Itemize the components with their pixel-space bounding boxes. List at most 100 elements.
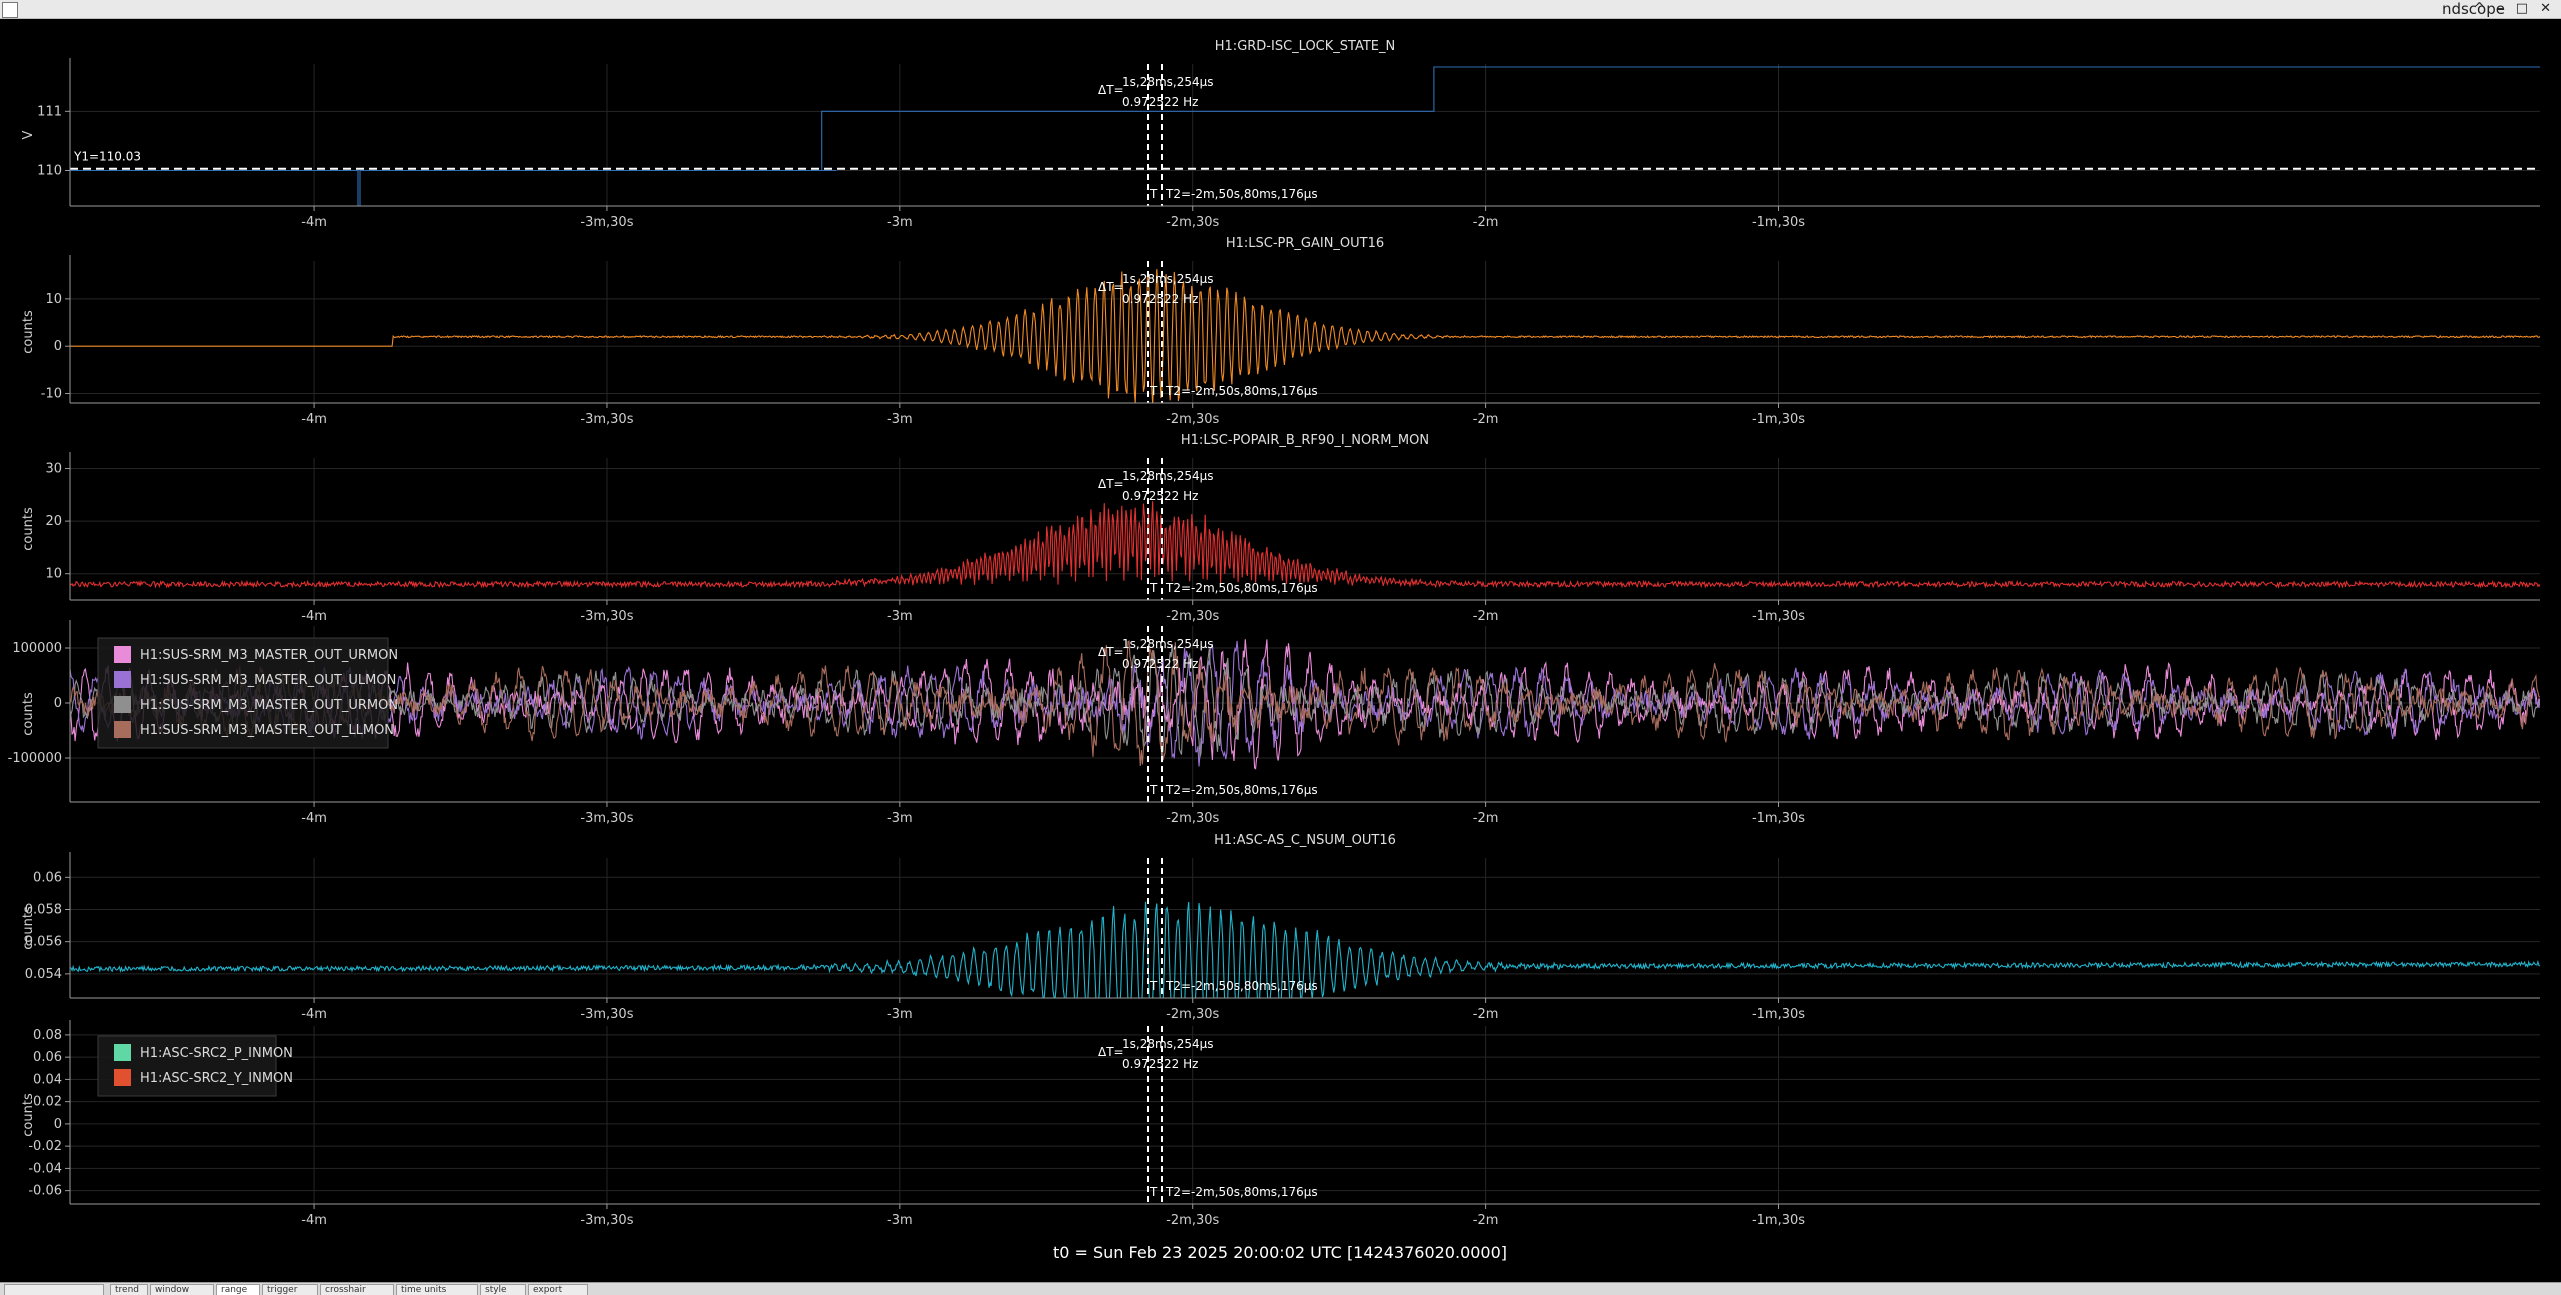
delta-t-label: ΔT=: [1098, 280, 1124, 294]
x-tick-label: -2m: [1473, 412, 1499, 427]
x-tick-label: -4m: [301, 215, 327, 230]
delta-t-value: 1s,28ms,254µs: [1122, 637, 1214, 651]
y-tick-label: -100000: [8, 751, 62, 766]
x-tick-label: -3m: [887, 412, 913, 427]
y-tick-label: 0.06: [33, 870, 62, 885]
delta-t-label: ΔT=: [1098, 83, 1124, 97]
tab-crosshair[interactable]: crosshair: [320, 1284, 394, 1295]
y-tick-label: 111: [37, 104, 62, 119]
tab-range[interactable]: range: [216, 1284, 260, 1295]
plots-svg[interactable]: Y1=110.03ΔT=1s,28ms,254µs0.972522 HzT T2=…: [0, 18, 2561, 1282]
plot-title: H1:GRD-ISC_LOCK_STATE_N: [1215, 39, 1395, 54]
x-tick-label: -1m,30s: [1752, 215, 1805, 230]
y-tick-label: 100000: [12, 641, 62, 656]
y1-cursor-label: Y1=110.03: [73, 150, 141, 164]
x-tick-label: -4m: [301, 609, 327, 624]
y-tick-label: 20: [45, 514, 62, 529]
x-tick-label: -3m: [887, 609, 913, 624]
series-group: [70, 901, 2540, 998]
legend-label: H1:ASC-SRC2_Y_INMON: [140, 1071, 293, 1086]
frequency-label: 0.972522 Hz: [1122, 95, 1198, 109]
plot-panel-3: ΔT=1s,28ms,254µs 0.972522 Hz T T2=-2m,50s,8…: [8, 620, 2540, 826]
y-axis-label: counts: [21, 310, 36, 354]
plot-title: H1:LSC-POPAIR_B_RF90_I_NORM_MON: [1181, 433, 1429, 448]
tab-window[interactable]: window: [150, 1284, 214, 1295]
legend-label: H1:SUS-SRM_M3_MASTER_OUT_LLMON: [140, 723, 394, 738]
legend-swatch: [114, 1069, 131, 1086]
tab-style[interactable]: style: [480, 1284, 526, 1295]
plot-panel-1: ΔT=1s,28ms,254µs 0.972522 Hz T T2=-2m,50s,8…: [21, 236, 2540, 427]
x-tick-label: -4m: [301, 412, 327, 427]
t2-cursor-label: T2=-2m,50s,80ms,176µs: [1165, 581, 1318, 595]
x-tick-label: -4m: [301, 1213, 327, 1228]
t-cursor-label: T: [1149, 187, 1158, 201]
delta-t-value: 1s,28ms,254µs: [1122, 272, 1214, 286]
t-cursor-label: T: [1149, 1185, 1158, 1199]
series-group: [70, 66, 2540, 206]
legend-swatch: [114, 721, 131, 738]
delta-t-label: ΔT=: [1098, 645, 1124, 659]
t2-cursor-label: T2=-2m,50s,80ms,176µs: [1165, 187, 1318, 201]
x-tick-label: -3m: [887, 215, 913, 230]
legend-swatch: [114, 696, 131, 713]
delta-t-label: ΔT=: [1098, 477, 1124, 491]
y-axis-label: counts: [21, 692, 36, 736]
x-tick-label: -1m,30s: [1752, 1213, 1805, 1228]
x-tick-label: -3m: [887, 1213, 913, 1228]
window-titlebar: ndscope ^ – □ ✕: [0, 0, 2561, 19]
y-tick-label: -0.06: [28, 1184, 62, 1199]
legend-swatch: [114, 646, 131, 663]
x-tick-label: -2m: [1473, 811, 1499, 826]
frequency-label: 0.972522 Hz: [1122, 657, 1198, 671]
y-tick-label: -0.04: [28, 1161, 62, 1176]
frequency-label: 0.972522 Hz: [1122, 292, 1198, 306]
tab-blank[interactable]: [4, 1284, 104, 1295]
plot-area[interactable]: Y1=110.03 ΔT= 1s,28ms,254µs 0.972522 Hz T T2=…: [0, 18, 2561, 1282]
x-tick-label: -3m,30s: [580, 1213, 633, 1228]
legend-label: H1:SUS-SRM_M3_MASTER_OUT_ULMON: [140, 673, 396, 688]
x-tick-label: -1m,30s: [1752, 1007, 1805, 1022]
plot-panel-4: T T2=-2m,50s,80ms,176µs0.0540.0560.0580.0…: [21, 833, 2540, 1022]
delta-t-value: 1s,28ms,254µs: [1122, 469, 1214, 483]
x-tick-label: -4m: [301, 1007, 327, 1022]
legend-swatch: [114, 671, 131, 688]
legend-label: H1:SUS-SRM_M3_MASTER_OUT_URMON: [140, 698, 398, 713]
x-tick-label: -1m,30s: [1752, 811, 1805, 826]
x-tick-label: -2m,30s: [1166, 1007, 1219, 1022]
t2-cursor-label: T2=-2m,50s,80ms,176µs: [1165, 979, 1318, 993]
plot-panel-2: ΔT=1s,28ms,254µs 0.972522 Hz T T2=-2m,50s,8…: [21, 433, 2540, 624]
app-icon: [2, 2, 18, 18]
x-tick-label: -2m,30s: [1166, 1213, 1219, 1228]
frequency-label: 0.972522 Hz: [1122, 1057, 1198, 1071]
y-tick-label: 0: [54, 339, 62, 354]
y-tick-label: 110: [37, 164, 62, 179]
x-tick-label: -1m,30s: [1752, 412, 1805, 427]
x-tick-label: -3m,30s: [580, 412, 633, 427]
tab-trigger[interactable]: trigger: [262, 1284, 318, 1295]
y-axis-label: counts: [21, 906, 36, 950]
x-tick-label: -2m,30s: [1166, 412, 1219, 427]
y-axis-label: counts: [21, 1093, 36, 1137]
y-tick-label: 0.02: [33, 1095, 62, 1110]
delta-t-value: 1s,28ms,254µs: [1122, 75, 1214, 89]
y-tick-label: 0.06: [33, 1050, 62, 1065]
y-tick-label: -10: [41, 387, 62, 402]
y-tick-label: -0.02: [28, 1139, 62, 1154]
tab-trend[interactable]: trend: [110, 1284, 148, 1295]
y-tick-label: 0.054: [25, 967, 62, 982]
x-tick-label: -2m,30s: [1166, 609, 1219, 624]
plot-panel-5: ΔT=1s,28ms,254µs 0.972522 Hz T T2=-2m,50s,8…: [21, 1020, 2540, 1228]
x-tick-label: -1m,30s: [1752, 609, 1805, 624]
y-tick-label: 10: [45, 292, 62, 307]
x-tick-label: -3m: [887, 1007, 913, 1022]
delta-t-label: ΔT=: [1098, 1045, 1124, 1059]
y-tick-label: 0.08: [33, 1028, 62, 1043]
tab-export[interactable]: export: [528, 1284, 588, 1295]
t-cursor-label: T: [1149, 979, 1158, 993]
window-controls-icon[interactable]: ^ – □ ✕: [2474, 0, 2555, 18]
tab-time-units[interactable]: time units: [396, 1284, 478, 1295]
x-tick-label: -2m: [1473, 609, 1499, 624]
y-tick-label: 0: [54, 696, 62, 711]
x-tick-label: -3m,30s: [580, 1007, 633, 1022]
x-tick-label: -2m: [1473, 1007, 1499, 1022]
